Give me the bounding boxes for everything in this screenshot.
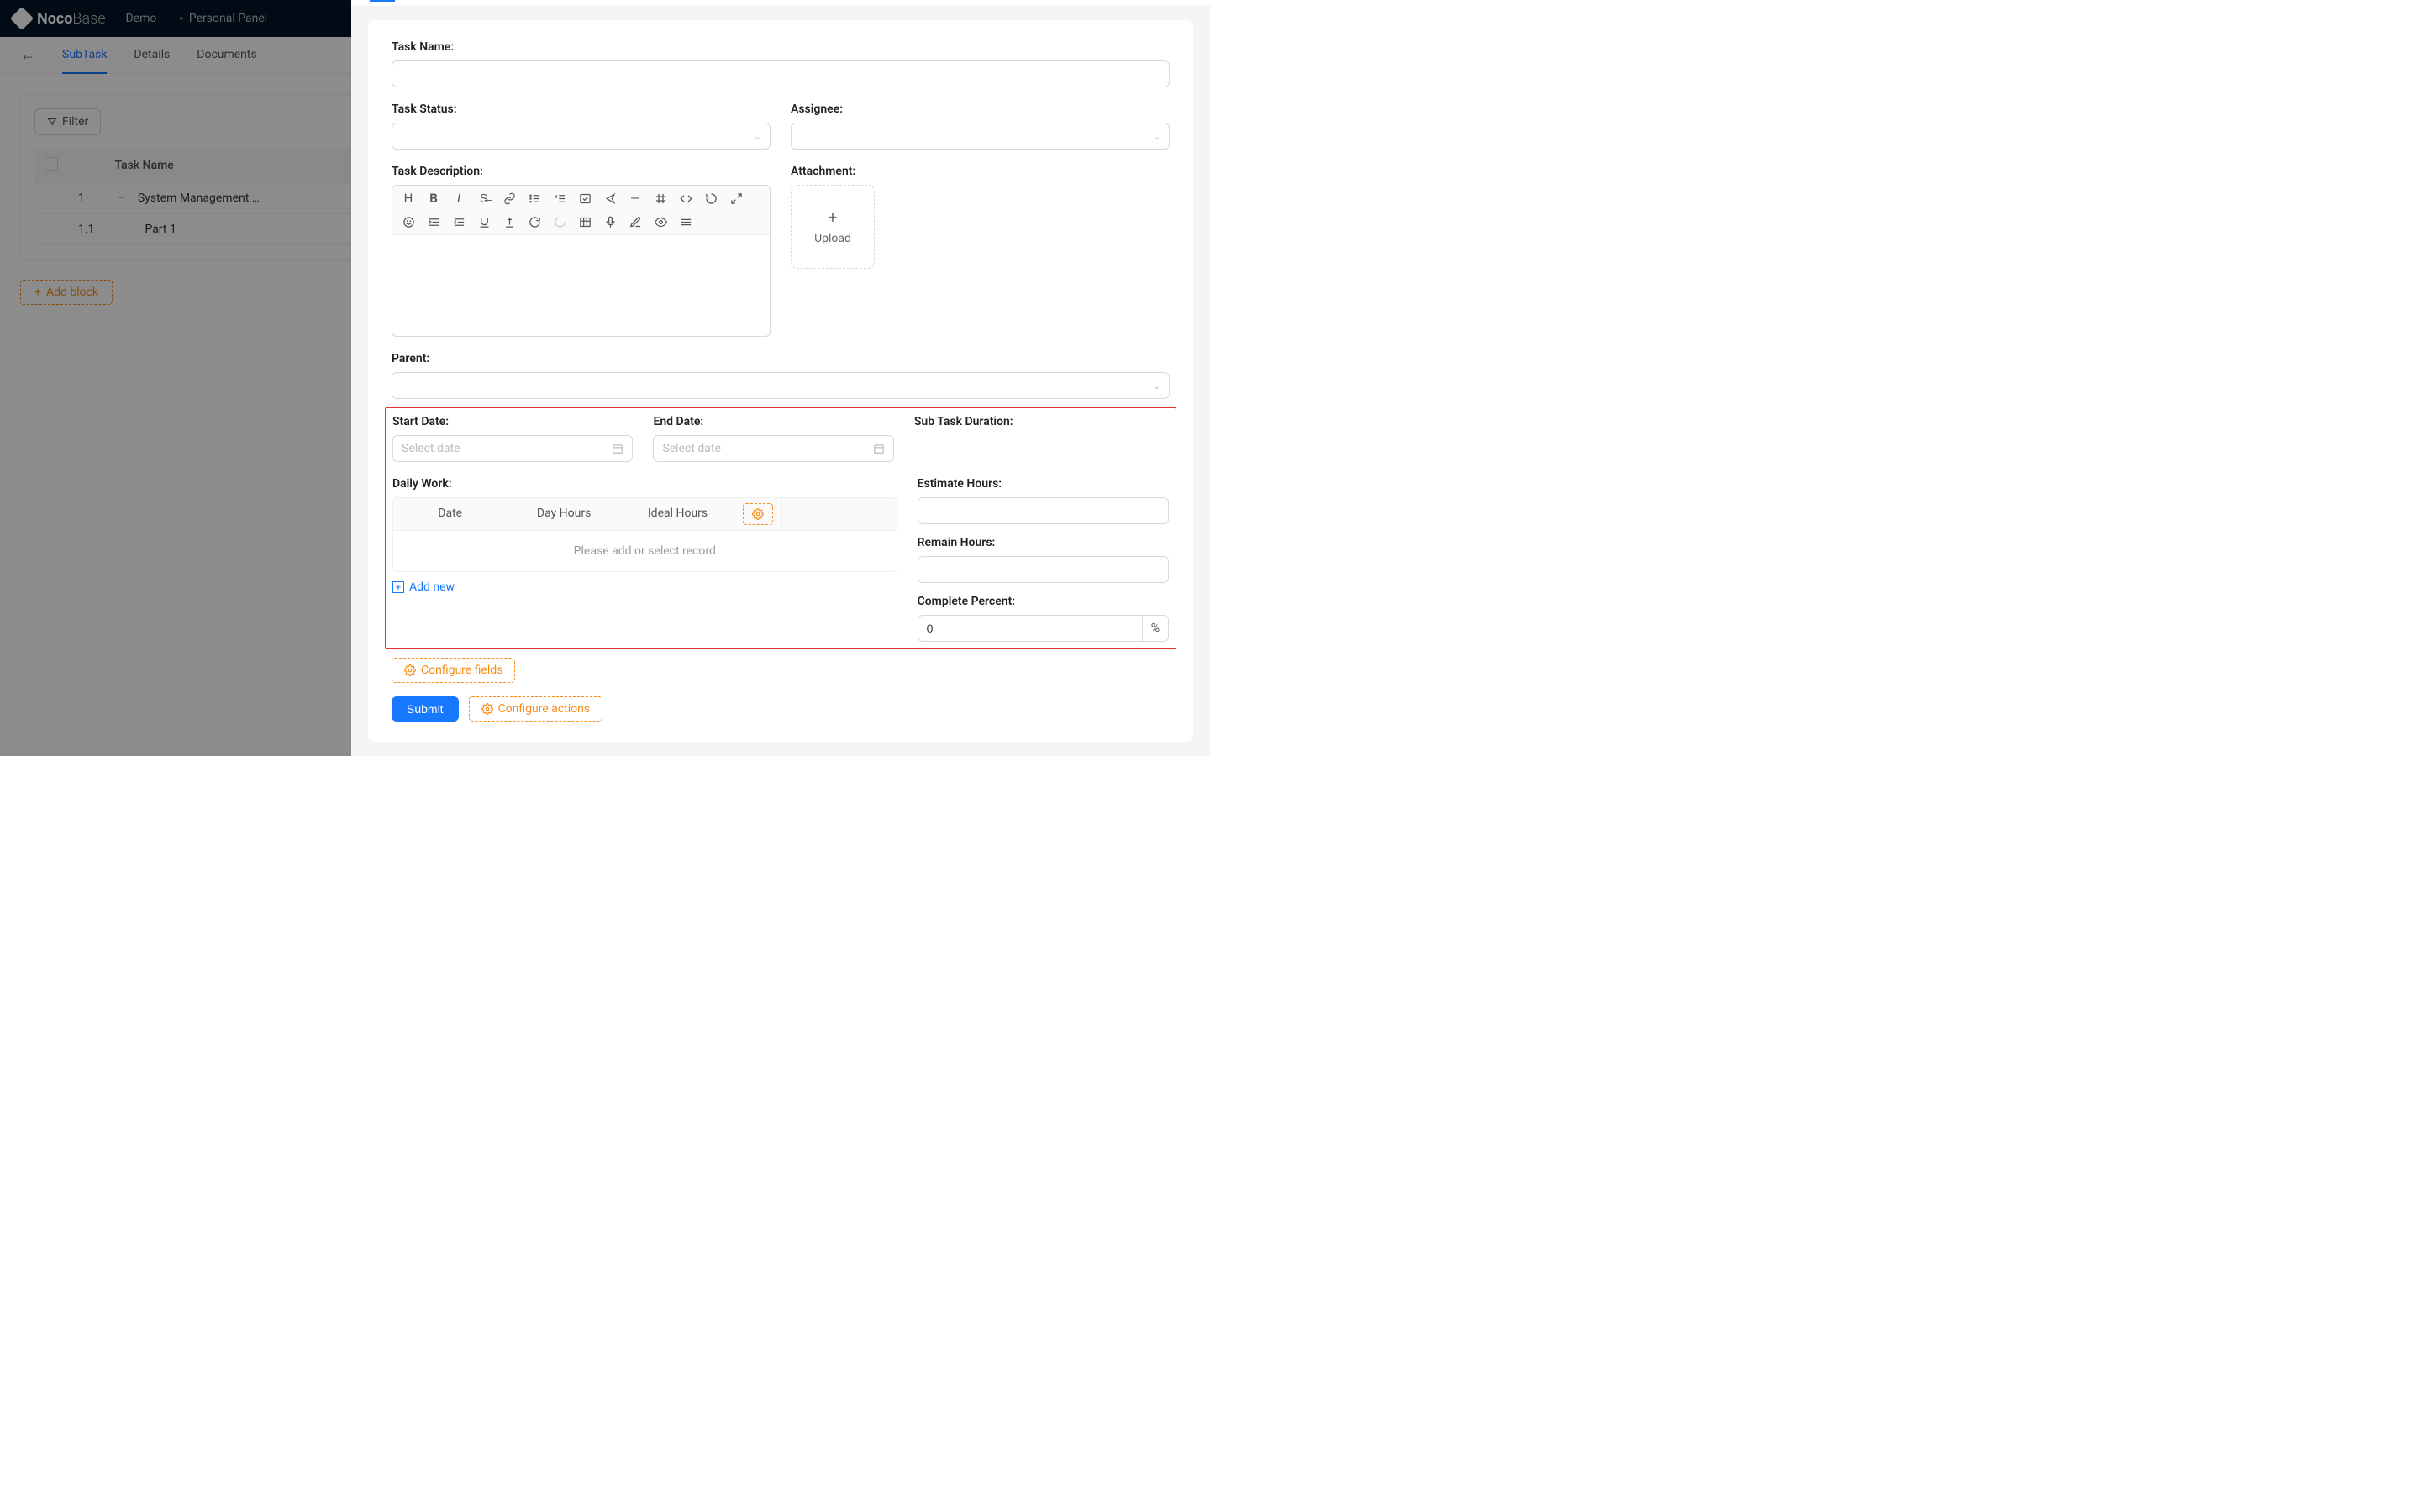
strike-icon[interactable]: S̶ bbox=[476, 191, 492, 206]
submit-button[interactable]: Submit bbox=[392, 696, 459, 722]
col-ideal-hours: Ideal Hours bbox=[621, 498, 734, 530]
expand-icon[interactable] bbox=[729, 191, 744, 206]
daily-work-label: Daily Work: bbox=[392, 477, 897, 491]
rte-toolbar: H B I S̶ bbox=[392, 186, 770, 235]
edit-icon[interactable] bbox=[628, 214, 643, 229]
col-date: Date bbox=[393, 498, 507, 530]
add-new-link[interactable]: + Add new bbox=[392, 580, 897, 594]
remain-hours-label: Remain Hours: bbox=[918, 536, 1169, 549]
table-icon[interactable] bbox=[577, 214, 592, 229]
assignee-select[interactable]: ⌄ bbox=[791, 123, 1170, 150]
drawer-panel: Task Name: Task Status: ⌄ Assignee: ⌄ bbox=[351, 0, 1210, 756]
highlighted-region: Start Date: Select date End Date: Select… bbox=[385, 407, 1176, 649]
calendar-icon bbox=[873, 443, 885, 454]
undo-icon[interactable] bbox=[703, 191, 718, 206]
form-card: Task Name: Task Status: ⌄ Assignee: ⌄ bbox=[368, 20, 1193, 742]
refresh-icon[interactable] bbox=[527, 214, 542, 229]
send-icon[interactable] bbox=[602, 191, 618, 206]
task-name-input[interactable] bbox=[392, 60, 1170, 87]
indent-icon[interactable] bbox=[426, 214, 441, 229]
outdent-icon[interactable] bbox=[451, 214, 466, 229]
task-name-label: Task Name: bbox=[392, 40, 1170, 54]
rte-body[interactable] bbox=[392, 235, 770, 336]
chevron-down-icon: ⌄ bbox=[754, 131, 761, 142]
eye-icon[interactable] bbox=[653, 214, 668, 229]
remain-hours-input[interactable] bbox=[918, 556, 1169, 583]
checklist-icon[interactable] bbox=[577, 191, 592, 206]
col-day-hours: Day Hours bbox=[507, 498, 620, 530]
loading-icon[interactable] bbox=[552, 214, 567, 229]
subtask-duration-label: Sub Task Duration: bbox=[914, 415, 1169, 428]
plus-square-icon: + bbox=[392, 581, 404, 593]
calendar-icon bbox=[612, 443, 623, 454]
upload-button[interactable]: + Upload bbox=[791, 185, 875, 269]
end-date-input[interactable]: Select date bbox=[653, 435, 893, 462]
rich-text-editor[interactable]: H B I S̶ bbox=[392, 185, 771, 337]
configure-fields-button[interactable]: Configure fields bbox=[392, 658, 515, 683]
configure-columns-button[interactable] bbox=[743, 503, 773, 525]
plus-icon: + bbox=[829, 209, 837, 227]
menu-icon[interactable] bbox=[678, 214, 693, 229]
code-block-icon[interactable] bbox=[653, 191, 668, 206]
estimate-hours-label: Estimate Hours: bbox=[918, 477, 1169, 491]
chevron-down-icon: ⌄ bbox=[1153, 131, 1160, 142]
drawer-body: Task Name: Task Status: ⌄ Assignee: ⌄ bbox=[351, 7, 1210, 756]
heading-icon[interactable]: H bbox=[401, 191, 416, 206]
task-status-label: Task Status: bbox=[392, 102, 771, 116]
start-date-label: Start Date: bbox=[392, 415, 633, 428]
start-date-input[interactable]: Select date bbox=[392, 435, 633, 462]
task-description-label: Task Description: bbox=[392, 165, 771, 178]
drawer-tabstrip bbox=[351, 0, 1210, 7]
code-icon[interactable] bbox=[678, 191, 693, 206]
percent-suffix: % bbox=[1142, 615, 1169, 642]
configure-actions-button[interactable]: Configure actions bbox=[469, 696, 603, 722]
assignee-label: Assignee: bbox=[791, 102, 1170, 116]
attachment-label: Attachment: bbox=[791, 165, 1170, 178]
emoji-icon[interactable] bbox=[401, 214, 416, 229]
bold-icon[interactable]: B bbox=[426, 191, 441, 206]
complete-percent-label: Complete Percent: bbox=[918, 595, 1169, 608]
underline-icon[interactable] bbox=[476, 214, 492, 229]
end-date-label: End Date: bbox=[653, 415, 893, 428]
mic-icon[interactable] bbox=[602, 214, 618, 229]
hr-icon[interactable]: — bbox=[628, 191, 643, 206]
task-status-select[interactable]: ⌄ bbox=[392, 123, 771, 150]
daily-empty-text: Please add or select record bbox=[393, 531, 897, 571]
daily-work-table: Date Day Hours Ideal Hours Pl bbox=[392, 497, 897, 572]
link-icon[interactable] bbox=[502, 191, 517, 206]
bullet-list-icon[interactable] bbox=[527, 191, 542, 206]
ordered-list-icon[interactable] bbox=[552, 191, 567, 206]
text-color-icon[interactable] bbox=[502, 214, 517, 229]
complete-percent-input[interactable] bbox=[918, 615, 1142, 642]
parent-select[interactable]: ⌄ bbox=[392, 372, 1170, 399]
italic-icon[interactable]: I bbox=[451, 191, 466, 206]
parent-label: Parent: bbox=[392, 352, 1170, 365]
daily-table-head: Date Day Hours Ideal Hours bbox=[393, 498, 897, 531]
chevron-down-icon: ⌄ bbox=[1153, 381, 1160, 391]
estimate-hours-input[interactable] bbox=[918, 497, 1169, 524]
